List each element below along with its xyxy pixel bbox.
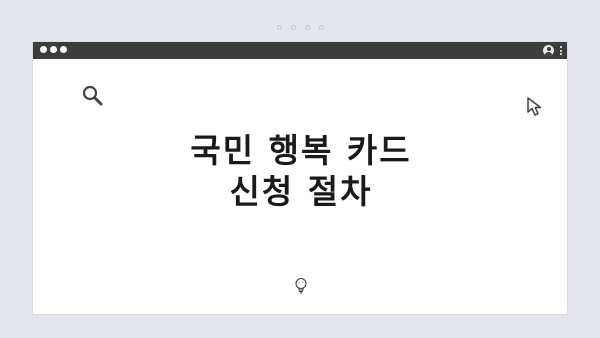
pagination-dot [290, 25, 296, 30]
mouse-pointer-icon [527, 97, 542, 116]
window-titlebar [33, 42, 567, 59]
user-icon[interactable] [543, 45, 554, 56]
pagination-dots [0, 25, 600, 30]
page-title: 국민 행복 카드 신청 절차 [33, 130, 569, 212]
pagination-dot [304, 25, 310, 30]
search-icon [82, 85, 103, 106]
page-title-line2: 신청 절차 [229, 172, 373, 211]
slide-canvas: 국민 행복 카드 신청 절차 [0, 0, 600, 338]
window-control-dot[interactable] [40, 46, 47, 53]
lightbulb-icon [295, 277, 307, 294]
pagination-dot [276, 25, 282, 30]
page-title-line1: 국민 행복 카드 [190, 131, 412, 170]
browser-window: 국민 행복 카드 신청 절차 [32, 41, 568, 315]
window-control-dot[interactable] [60, 46, 67, 53]
window-controls[interactable] [40, 46, 67, 53]
pagination-dot [318, 25, 324, 30]
window-control-dot[interactable] [50, 46, 57, 53]
vertical-dots-icon[interactable] [560, 46, 562, 55]
